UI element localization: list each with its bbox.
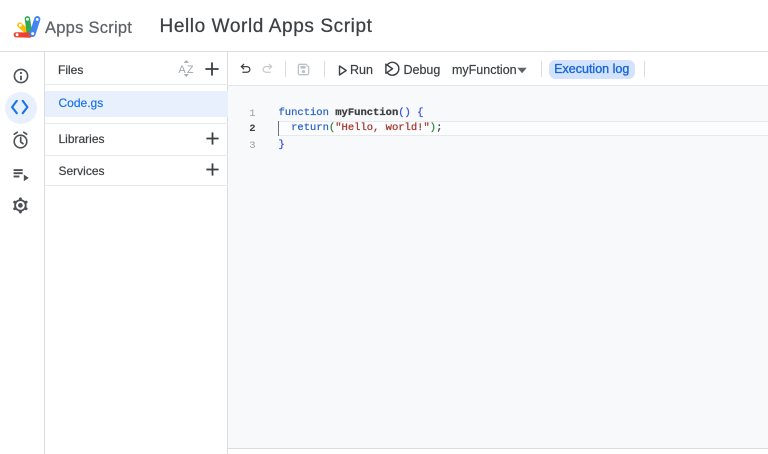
svg-text:Z: Z — [187, 64, 194, 76]
svg-text:A: A — [178, 64, 186, 76]
